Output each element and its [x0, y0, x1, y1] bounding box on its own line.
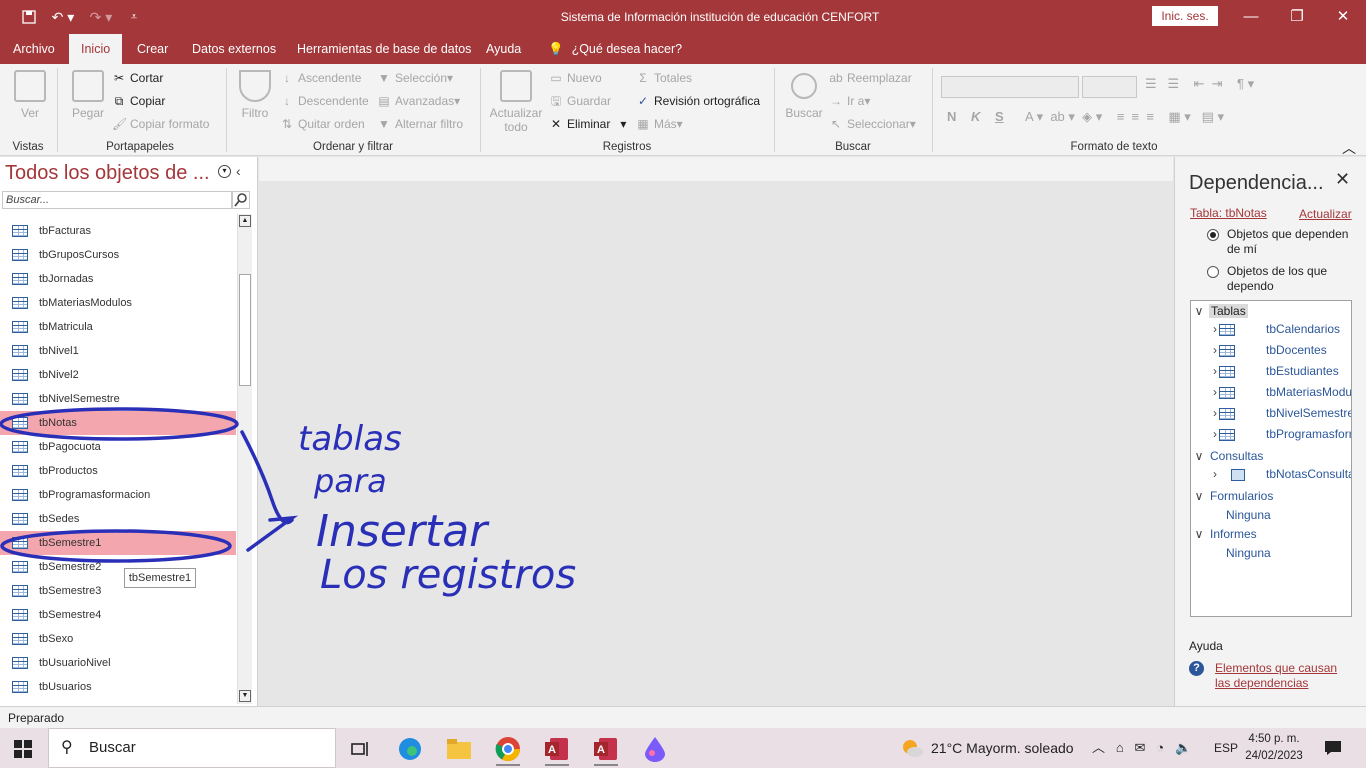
radio-i-depend-on[interactable] — [1207, 266, 1219, 278]
tree-category-consultas[interactable]: Consultas — [1210, 449, 1263, 463]
search-icon: ⚲ — [61, 739, 73, 756]
handwritten-annotation: tablas para Insertar Los registros — [0, 407, 576, 598]
refresh-link[interactable]: Actualizar — [1299, 207, 1352, 221]
edge-icon[interactable] — [390, 732, 430, 766]
tree-item[interactable]: tbMateriasModu — [1266, 385, 1351, 399]
tray-icons[interactable]: ︿ ⌂ ✉ ◔ 🔈 — [1092, 728, 1191, 768]
table-icon — [1219, 429, 1235, 441]
chevron-down-icon[interactable]: ∨ — [1192, 489, 1206, 503]
tree-none-formularios: Ninguna — [1226, 508, 1271, 522]
access-icon[interactable]: A — [586, 732, 626, 766]
radio-depend-on-me[interactable] — [1207, 229, 1219, 241]
chevron-down-icon[interactable]: ∨ — [1192, 449, 1206, 463]
annotation-line-2: para — [313, 462, 387, 500]
task-view-icon[interactable] — [340, 732, 380, 766]
taskbar-search-label: Buscar — [89, 739, 136, 756]
clock-time: 4:50 p. m. — [1248, 733, 1300, 745]
taskbar-search-input[interactable]: ⚲ Buscar — [48, 728, 336, 768]
access-icon[interactable]: A — [537, 732, 577, 766]
file-explorer-icon[interactable] — [439, 732, 479, 766]
chevron-right-icon[interactable]: › — [1208, 467, 1222, 481]
table-icon — [1219, 387, 1235, 399]
dependency-tree: ∨ Tablas › tbCalendarios › tbDocentes › … — [1190, 300, 1352, 617]
annotation-line-3: Insertar — [316, 506, 490, 557]
taskbar: ⚲ Buscar A A 21°C Mayorm. soleado ︿ ⌂ ✉ … — [0, 728, 1366, 768]
annotation-line-4: Los registros — [320, 552, 576, 598]
circle-tbsemestre1 — [0, 529, 232, 563]
query-icon — [1231, 469, 1245, 481]
tree-item[interactable]: tbDocentes — [1266, 343, 1327, 357]
annotation-line-1: tablas — [298, 419, 402, 459]
status-bar: Preparado — [0, 706, 1366, 728]
chevron-down-icon[interactable]: ∨ — [1192, 304, 1206, 318]
chrome-icon[interactable] — [488, 732, 528, 766]
chevron-down-icon[interactable]: ∨ — [1192, 527, 1206, 541]
windows-start-icon[interactable] — [14, 740, 32, 758]
tree-category-informes[interactable]: Informes — [1210, 527, 1257, 541]
weather-text[interactable]: 21°C Mayorm. soleado — [931, 728, 1074, 768]
table-icon — [1219, 345, 1235, 357]
tree-item[interactable]: tbEstudiantes — [1266, 364, 1339, 378]
arrow-stroke — [240, 430, 294, 525]
notifications-icon[interactable] — [1324, 740, 1342, 756]
tree-category-tablas[interactable]: Tablas — [1209, 304, 1248, 318]
tree-none-informes: Ninguna — [1226, 546, 1271, 560]
help-icon: ? — [1189, 661, 1204, 676]
dependencies-title: Dependencia... — [1189, 172, 1324, 194]
help-link[interactable]: Elementos que causan las dependencias — [1215, 661, 1355, 691]
clock-date: 24/02/2023 — [1245, 750, 1303, 762]
tree-item[interactable]: tbCalendarios — [1266, 322, 1340, 336]
weather-icon[interactable] — [900, 738, 924, 758]
table-icon — [1219, 408, 1235, 420]
circle-tbnotas — [0, 407, 239, 441]
tree-category-formularios[interactable]: Formularios — [1210, 489, 1273, 503]
taskbar-clock[interactable]: 4:50 p. m. 24/02/2023 — [1244, 731, 1304, 765]
table-link[interactable]: Tabla: tbNotas — [1190, 206, 1267, 220]
option-i-depend-on[interactable]: Objetos de los que dependo — [1227, 264, 1355, 294]
paint-icon[interactable] — [635, 732, 675, 766]
svg-text:A: A — [548, 744, 556, 756]
language-indicator[interactable]: ESP — [1214, 728, 1238, 768]
close-icon[interactable]: ✕ — [1335, 169, 1350, 190]
tree-item[interactable]: tbProgramasforn — [1266, 427, 1351, 441]
table-icon — [1219, 324, 1235, 336]
option-depend-on-me[interactable]: Objetos que dependen de mí — [1227, 227, 1355, 257]
help-label: Ayuda — [1189, 639, 1223, 653]
dependencies-pane: Dependencia... ✕ Tabla: tbNotas Actualiz… — [1174, 157, 1366, 706]
tree-item[interactable]: tbNivelSemestre — [1266, 406, 1351, 420]
table-icon — [1219, 366, 1235, 378]
arrow-head — [246, 515, 299, 552]
tree-item[interactable]: tbNotasConsulta — [1266, 467, 1351, 481]
svg-text:A: A — [597, 744, 605, 756]
